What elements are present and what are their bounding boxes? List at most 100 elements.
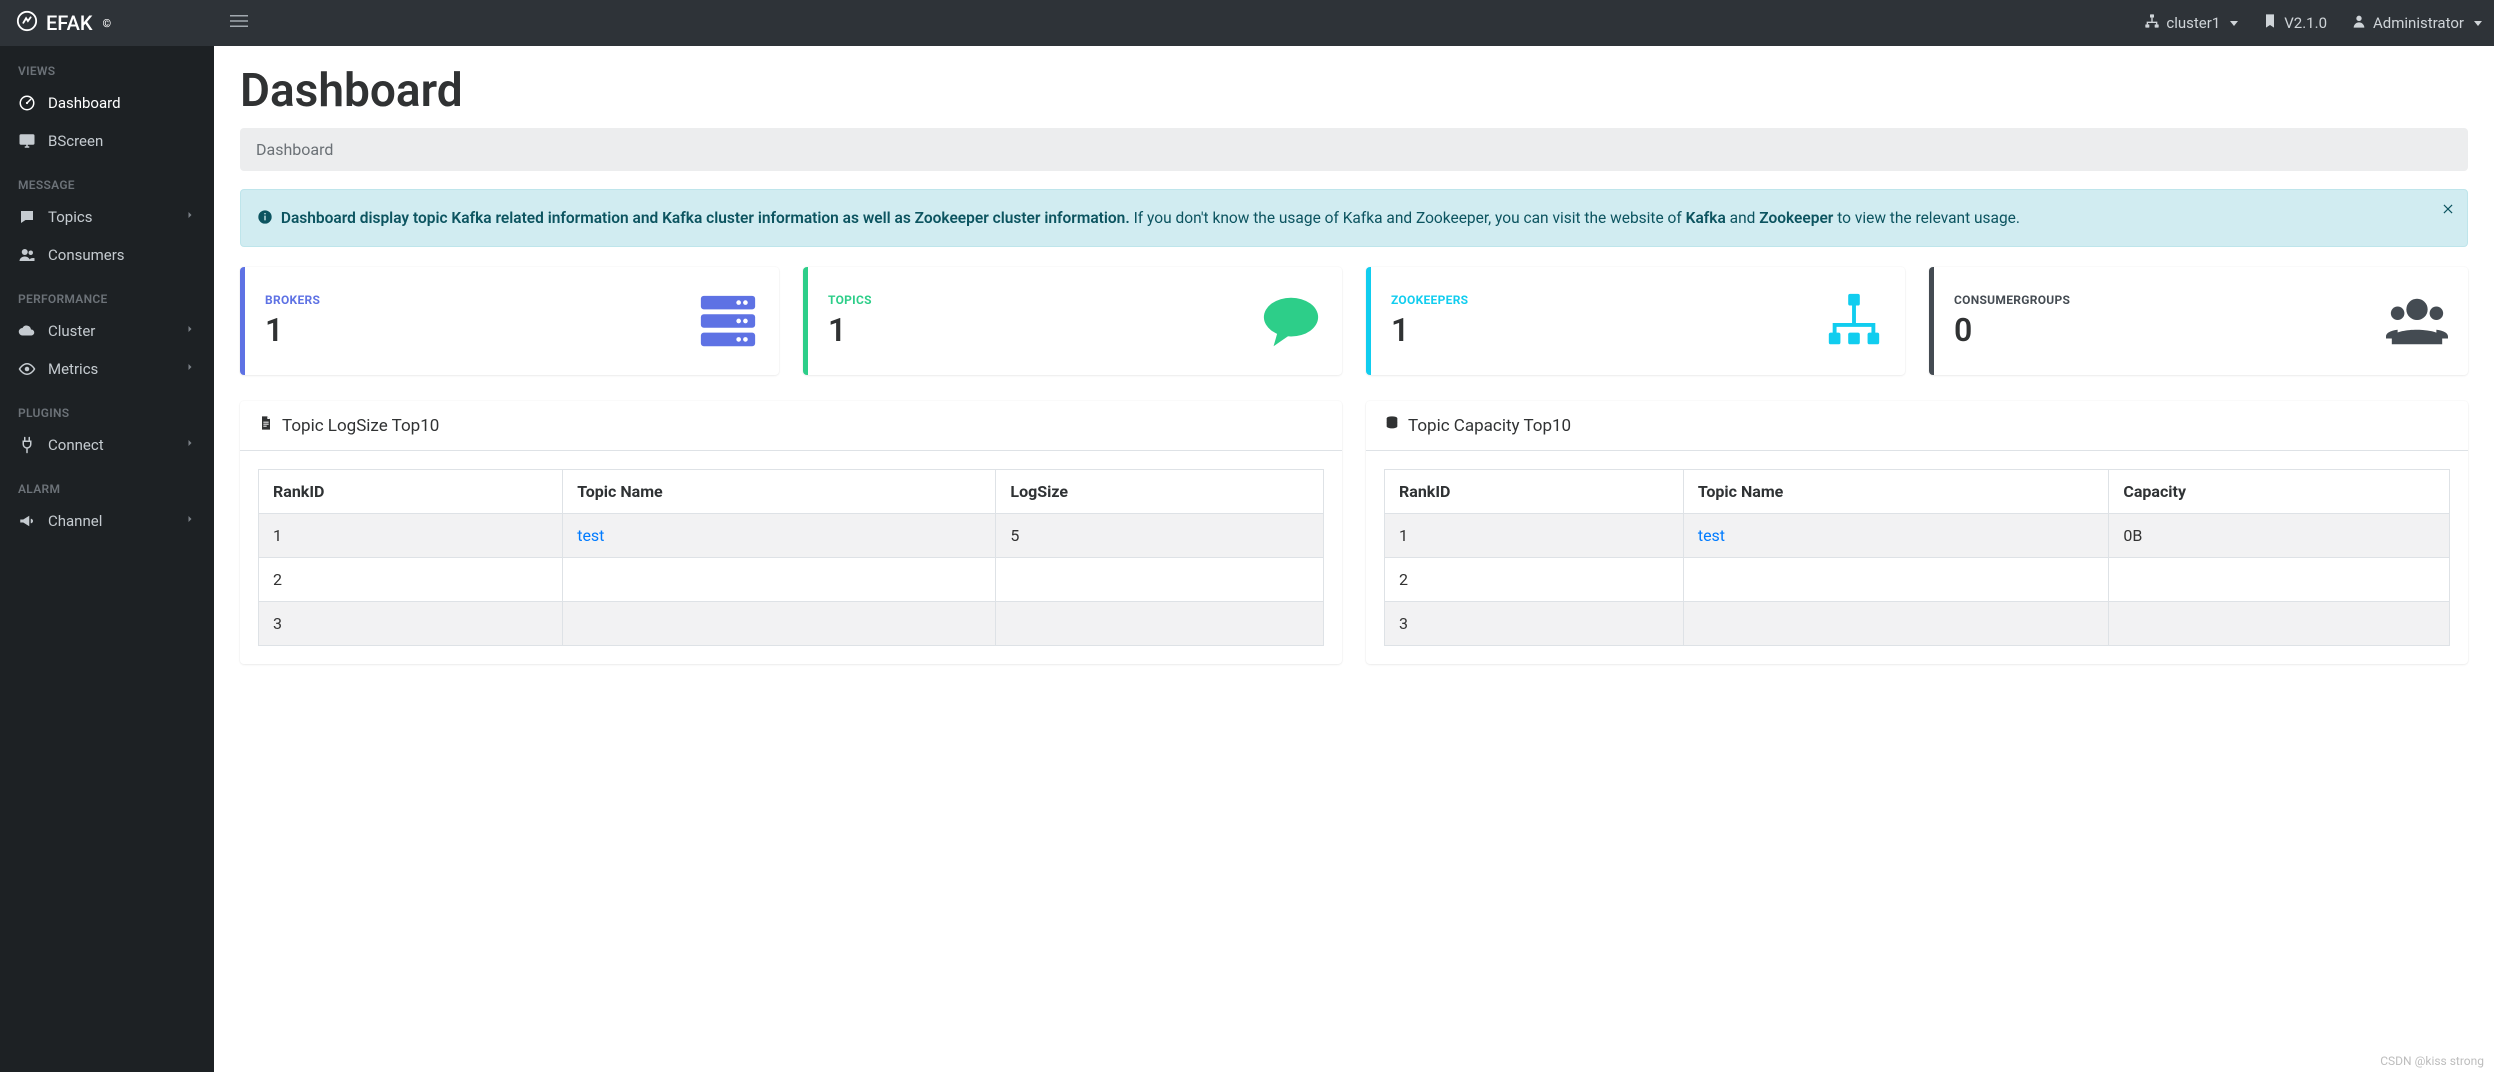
alert-close-button[interactable] — [2441, 202, 2455, 220]
sidebar: VIEWSDashboard BScreen MESSAGE Topics Consum… — [0, 46, 214, 1072]
card-value: 0 — [1954, 311, 2070, 349]
table-row: 2 — [1385, 558, 2450, 602]
sidebar-item-label: Connect — [48, 436, 172, 454]
caret-down-icon — [2474, 21, 2482, 26]
brand-icon — [16, 10, 38, 37]
card-label: TOPICS — [828, 293, 872, 307]
sidebar-item-label: Metrics — [48, 360, 172, 378]
sidebar-item-metrics[interactable]: Metrics — [0, 350, 214, 388]
monitor-icon — [18, 132, 36, 150]
eye-icon — [18, 360, 36, 378]
cell-topicname: test — [563, 514, 996, 558]
breadcrumb-item[interactable]: Dashboard — [256, 140, 333, 159]
cell-topicname — [563, 602, 996, 646]
sidebar-toggle[interactable] — [214, 12, 264, 35]
cloud-icon — [18, 322, 36, 340]
table-row: 2 — [259, 558, 1324, 602]
dashboard-icon — [18, 94, 36, 112]
topic-link[interactable]: test — [1698, 526, 1725, 545]
sidebar-item-label: Channel — [48, 512, 172, 530]
version-label: V2.1.0 — [2284, 14, 2327, 32]
sidebar-item-connect[interactable]: Connect — [0, 426, 214, 464]
info-icon — [257, 209, 281, 227]
sidebar-item-label: Consumers — [48, 246, 196, 264]
cell-value — [2109, 558, 2450, 602]
sidebar-item-channel[interactable]: Channel — [0, 502, 214, 540]
cell-value — [996, 602, 1324, 646]
card-topics[interactable]: TOPICS 1 — [803, 267, 1342, 375]
sidebar-item-label: Cluster — [48, 322, 172, 340]
sidebar-section-title: VIEWS — [0, 46, 214, 84]
cell-value — [996, 558, 1324, 602]
panel-title: Topic LogSize Top10 — [282, 416, 439, 436]
cell-rankid: 3 — [1385, 602, 1684, 646]
stat-cards-row: BROKERS 1 TOPICS 1 ZOOKEEPERS 1 — [240, 267, 2468, 375]
card-value: 1 — [1391, 311, 1468, 349]
col-rankid: RankID — [1385, 470, 1684, 514]
panel-logsize: Topic LogSize Top10 RankID Topic Name Lo… — [240, 401, 1342, 664]
chevron-right-icon — [184, 361, 196, 377]
topbar: EFAK © cluster1 V2.1.0 Administrator — [0, 0, 2494, 46]
card-label: ZOOKEEPERS — [1391, 293, 1468, 307]
alert-kafka-link[interactable]: Kafka — [1686, 209, 1726, 227]
cell-rankid: 3 — [259, 602, 563, 646]
alert-and: and — [1730, 209, 1760, 227]
sidebar-item-bscreen[interactable]: BScreen — [0, 122, 214, 160]
file-icon — [258, 415, 274, 436]
sidebar-item-label: BScreen — [48, 132, 196, 150]
cell-value: 0B — [2109, 514, 2450, 558]
comment-icon — [18, 208, 36, 226]
sidebar-item-consumers[interactable]: Consumers — [0, 236, 214, 274]
user-menu[interactable]: Administrator — [2339, 13, 2494, 33]
sidebar-section-title: MESSAGE — [0, 160, 214, 198]
table-row: 3 — [1385, 602, 2450, 646]
cell-rankid: 1 — [259, 514, 563, 558]
card-zookeepers[interactable]: ZOOKEEPERS 1 — [1366, 267, 1905, 375]
database-icon — [1384, 415, 1400, 436]
version-indicator[interactable]: V2.1.0 — [2250, 13, 2339, 33]
users-icon — [18, 246, 36, 264]
bullhorn-icon — [18, 512, 36, 530]
col-topicname: Topic Name — [563, 470, 996, 514]
card-brokers[interactable]: BROKERS 1 — [240, 267, 779, 375]
card-label: BROKERS — [265, 293, 320, 307]
panel-capacity: Topic Capacity Top10 RankID Topic Name C… — [1366, 401, 2468, 664]
alert-zookeeper-link[interactable]: Zookeeper — [1759, 209, 1833, 227]
sidebar-item-cluster[interactable]: Cluster — [0, 312, 214, 350]
sidebar-section-title: PERFORMANCE — [0, 274, 214, 312]
logsize-table: RankID Topic Name LogSize 1test523 — [258, 469, 1324, 646]
sidebar-item-dashboard[interactable]: Dashboard — [0, 84, 214, 122]
cluster-switcher[interactable]: cluster1 — [2132, 13, 2250, 33]
cell-topicname: test — [1683, 514, 2109, 558]
sitemap-icon — [2144, 13, 2160, 33]
chevron-right-icon — [184, 437, 196, 453]
sidebar-section-title: ALARM — [0, 464, 214, 502]
capacity-table: RankID Topic Name Capacity 1test0B23 — [1384, 469, 2450, 646]
user-icon — [2351, 13, 2367, 33]
cell-value: 5 — [996, 514, 1324, 558]
brand[interactable]: EFAK © — [0, 10, 214, 37]
alert-lead: Dashboard display topic Kafka related in… — [281, 209, 1130, 227]
panels-row: Topic LogSize Top10 RankID Topic Name Lo… — [240, 401, 2468, 664]
chevron-right-icon — [184, 513, 196, 529]
card-value: 1 — [828, 311, 872, 349]
info-alert: Dashboard display topic Kafka related in… — [240, 189, 2468, 247]
topic-link[interactable]: test — [577, 526, 604, 545]
col-capacity: Capacity — [2109, 470, 2450, 514]
caret-down-icon — [2230, 21, 2238, 26]
watermark: CSDN @kiss strong — [2380, 1054, 2484, 1068]
brand-name: EFAK — [46, 11, 92, 35]
chevron-right-icon — [184, 209, 196, 225]
main-content: Dashboard Dashboard Dashboard display to… — [214, 46, 2494, 682]
cell-value — [2109, 602, 2450, 646]
sidebar-item-topics[interactable]: Topics — [0, 198, 214, 236]
card-consumergroups[interactable]: CONSUMERGROUPS 0 — [1929, 267, 2468, 375]
cell-topicname — [1683, 602, 2109, 646]
card-value: 1 — [265, 311, 320, 349]
page-title: Dashboard — [240, 64, 2468, 118]
alert-tail-pre: If you don't know the usage of Kafka and… — [1134, 209, 1686, 227]
panel-title: Topic Capacity Top10 — [1408, 416, 1571, 436]
sidebar-item-label: Topics — [48, 208, 172, 226]
col-rankid: RankID — [259, 470, 563, 514]
col-topicname: Topic Name — [1683, 470, 2109, 514]
